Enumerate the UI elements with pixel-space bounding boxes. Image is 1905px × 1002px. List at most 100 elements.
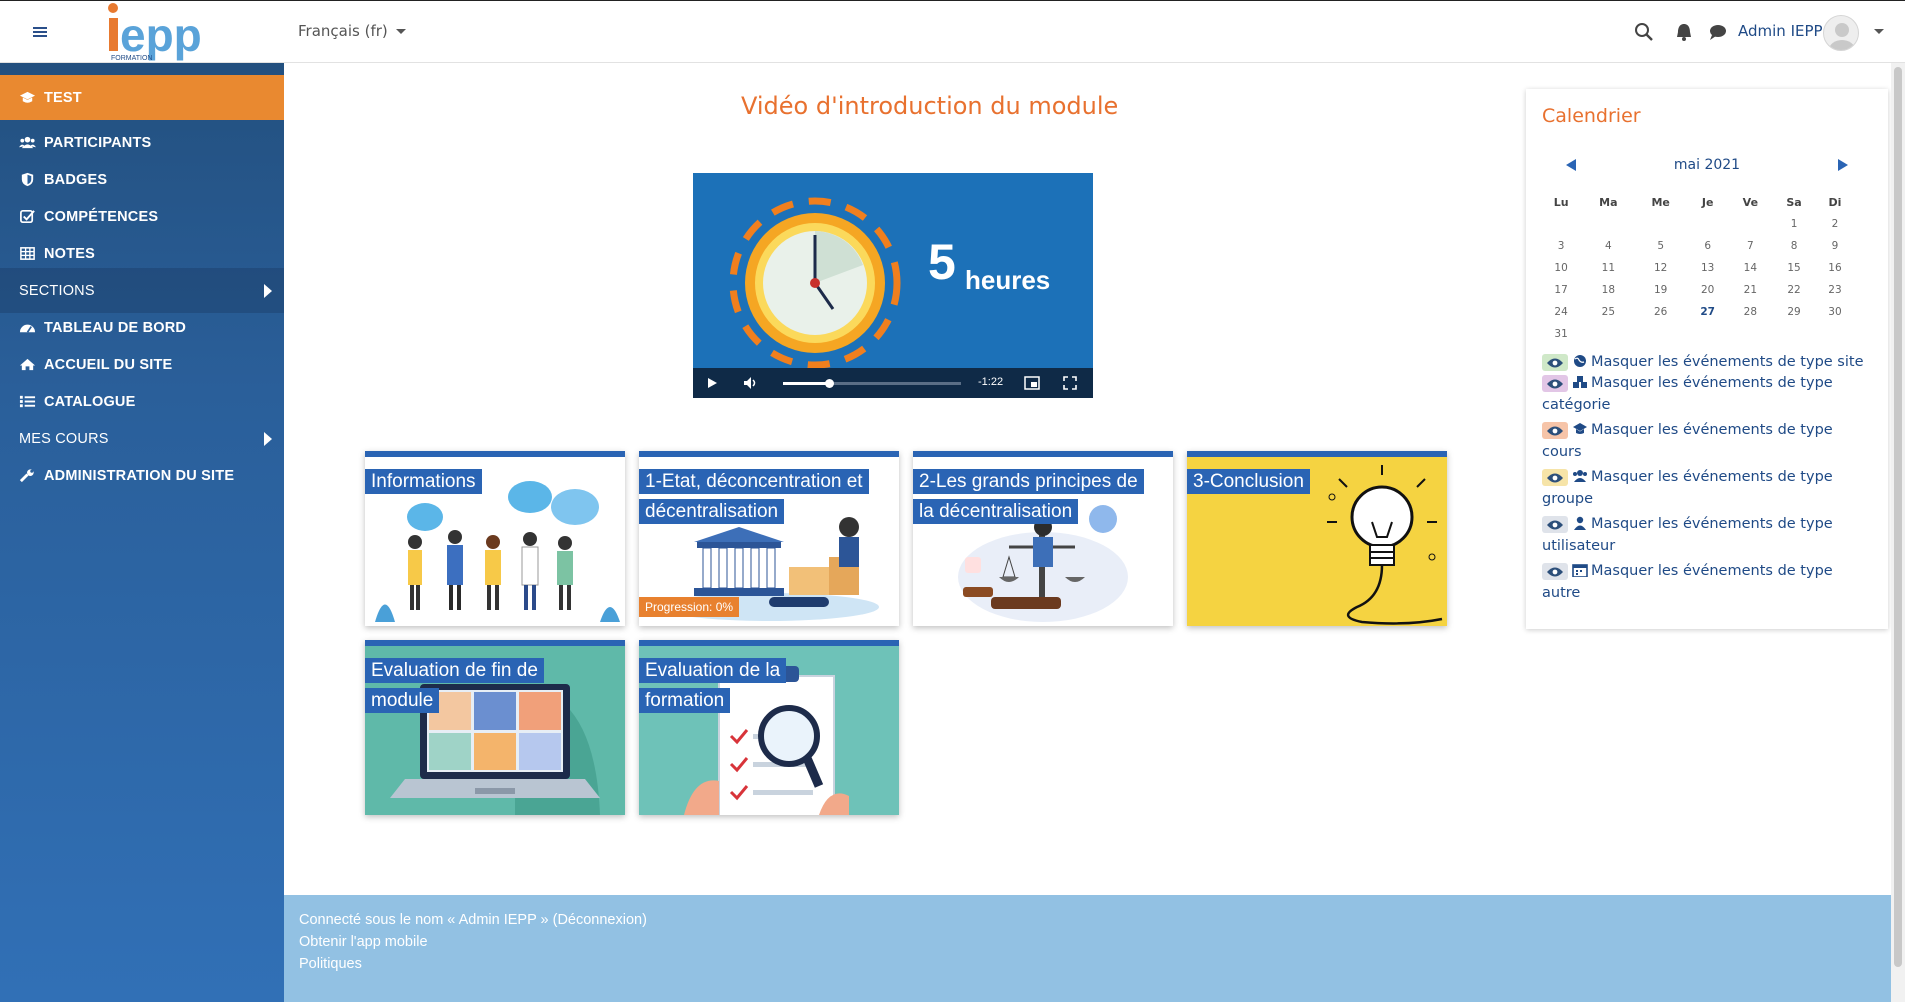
- sidebar-item-label: COMPÉTENCES: [44, 208, 159, 225]
- calendar-day[interactable]: 22: [1772, 279, 1816, 301]
- chat-icon[interactable]: [1707, 21, 1729, 43]
- calendar-day: [1728, 323, 1772, 345]
- calendar-day[interactable]: 29: [1772, 301, 1816, 323]
- calendar-day[interactable]: 17: [1540, 279, 1582, 301]
- fullscreen-icon[interactable]: [1063, 376, 1077, 390]
- site-logo[interactable]: epp FORMATION: [103, 2, 238, 62]
- calendar-day[interactable]: 30: [1816, 301, 1854, 323]
- calendar-day[interactable]: 6: [1687, 235, 1729, 257]
- calendar-day[interactable]: 31: [1540, 323, 1582, 345]
- filter-label: catégorie: [1542, 397, 1611, 413]
- calendar-day: [1687, 213, 1729, 235]
- filter-course-events[interactable]: Masquer les événements de type cours: [1542, 419, 1877, 463]
- filter-category-events[interactable]: Masquer les événements de type catégorie: [1542, 372, 1877, 416]
- calendar-day[interactable]: 5: [1634, 235, 1686, 257]
- calendar-day[interactable]: 23: [1816, 279, 1854, 301]
- svg-text:epp: epp: [120, 9, 202, 61]
- scrollbar-thumb[interactable]: [1894, 67, 1902, 967]
- graduation-cap-icon: [1573, 423, 1587, 434]
- calendar-day[interactable]: 25: [1582, 301, 1634, 323]
- filter-label: Masquer les événements de type: [1591, 516, 1833, 532]
- volume-icon[interactable]: [743, 376, 759, 390]
- calendar-day[interactable]: 18: [1582, 279, 1634, 301]
- calendar-day[interactable]: 16: [1816, 257, 1854, 279]
- top-navbar: epp FORMATION Français (fr) Admin IEPP: [0, 0, 1905, 63]
- calendar-day: [1634, 323, 1686, 345]
- user-icon: [1574, 516, 1586, 530]
- filter-label: Masquer les événements de type: [1591, 422, 1833, 438]
- calendar-day: [1540, 213, 1582, 235]
- user-menu-name[interactable]: Admin IEPP: [1738, 22, 1823, 40]
- graduation-cap-icon: [19, 91, 36, 103]
- course-tile-evaluation-formation[interactable]: Evaluation de la formation: [639, 640, 899, 815]
- course-tile-etat-deconcentration[interactable]: 1-Etat, déconcentration et décentralisati…: [639, 451, 899, 626]
- filter-label: Masquer les événements de type: [1591, 375, 1833, 391]
- bell-icon[interactable]: [1673, 21, 1695, 43]
- table-icon: [20, 247, 35, 260]
- calendar-day[interactable]: 21: [1728, 279, 1772, 301]
- video-seek-handle[interactable]: [825, 379, 835, 388]
- picture-in-picture-icon[interactable]: [1024, 376, 1040, 390]
- calendar-day[interactable]: 10: [1540, 257, 1582, 279]
- hamburger-icon[interactable]: [25, 17, 55, 47]
- page-footer: Connecté sous le nom « Admin IEPP » (Déc…: [284, 895, 1905, 1002]
- calendar-day[interactable]: 20: [1687, 279, 1729, 301]
- mobile-app-link[interactable]: Obtenir l'app mobile: [299, 934, 428, 950]
- next-month-icon[interactable]: [1838, 159, 1848, 171]
- calendar-day[interactable]: 14: [1728, 257, 1772, 279]
- filter-site-events[interactable]: Masquer les événements de type site: [1542, 351, 1877, 373]
- weekday-header: Ve: [1742, 195, 1759, 209]
- sidebar-nav: TEST PARTICIPANTS BADGES COMPÉTENCES NOT…: [0, 63, 284, 1002]
- course-tile-grands-principes[interactable]: 2-Les grands principes de la décentralisa…: [913, 451, 1173, 626]
- policies-link[interactable]: Politiques: [299, 956, 362, 972]
- chevron-right-icon: [264, 432, 272, 446]
- sidebar-item-label: NOTES: [44, 245, 95, 262]
- filter-label: Masquer les événements de type: [1591, 563, 1833, 579]
- sidebar-item-label: ACCUEIL DU SITE: [44, 356, 173, 373]
- course-tile-conclusion[interactable]: 3-Conclusion: [1187, 451, 1447, 626]
- eye-icon: [1542, 375, 1568, 392]
- filter-label: Masquer les événements de type site: [1591, 354, 1864, 370]
- calendar-icon: [1572, 564, 1588, 577]
- language-selector[interactable]: Français (fr): [298, 22, 406, 40]
- calendar-day[interactable]: 19: [1634, 279, 1686, 301]
- page-scrollbar[interactable]: [1891, 63, 1905, 1002]
- play-icon[interactable]: [705, 376, 719, 390]
- video-player[interactable]: 5 heures -1:22: [693, 173, 1093, 398]
- calendar-day[interactable]: 2: [1816, 213, 1854, 235]
- users-icon: [19, 136, 36, 149]
- dashboard-icon: [19, 324, 36, 333]
- calendar-day[interactable]: 26: [1634, 301, 1686, 323]
- search-icon[interactable]: [1633, 21, 1655, 43]
- avatar[interactable]: [1823, 15, 1859, 51]
- calendar-day[interactable]: 3: [1540, 235, 1582, 257]
- video-seek-bar[interactable]: [783, 379, 961, 388]
- course-tile-title: 2-Les grands principes de la décentralisa…: [913, 467, 1173, 527]
- calendar-month-label[interactable]: mai 2021: [1526, 157, 1888, 173]
- calendar-day[interactable]: 9: [1816, 235, 1854, 257]
- calendar-day: [1772, 323, 1816, 345]
- calendar-day[interactable]: 28: [1728, 301, 1772, 323]
- calendar-day[interactable]: 24: [1540, 301, 1582, 323]
- course-tile-informations[interactable]: Informations: [365, 451, 625, 626]
- sidebar-item-site-administration[interactable]: ADMINISTRATION DU SITE: [0, 453, 284, 498]
- calendar-day: [1582, 213, 1634, 235]
- logged-in-info[interactable]: Connecté sous le nom « Admin IEPP » (Déc…: [299, 912, 647, 928]
- calendar-day[interactable]: 7: [1728, 235, 1772, 257]
- calendar-day[interactable]: 12: [1634, 257, 1686, 279]
- calendar-day[interactable]: 15: [1772, 257, 1816, 279]
- calendar-day[interactable]: 1: [1772, 213, 1816, 235]
- calendar-day[interactable]: 27: [1687, 301, 1729, 323]
- weekday-header: Je: [1701, 195, 1714, 209]
- filter-group-events[interactable]: Masquer les événements de type groupe: [1542, 466, 1877, 510]
- sidebar-item-test[interactable]: TEST: [0, 75, 284, 120]
- filter-user-events[interactable]: Masquer les événements de type utilisateu…: [1542, 513, 1877, 557]
- calendar-day[interactable]: 13: [1687, 257, 1729, 279]
- calendar-day[interactable]: 8: [1772, 235, 1816, 257]
- filter-other-events[interactable]: Masquer les événements de type autre: [1542, 560, 1877, 604]
- course-tile-evaluation-fin-module[interactable]: Evaluation de fin de module: [365, 640, 625, 815]
- sidebar-item-label: BADGES: [44, 171, 108, 188]
- calendar-day[interactable]: 11: [1582, 257, 1634, 279]
- calendar-day[interactable]: 4: [1582, 235, 1634, 257]
- chevron-down-icon[interactable]: [1874, 29, 1884, 34]
